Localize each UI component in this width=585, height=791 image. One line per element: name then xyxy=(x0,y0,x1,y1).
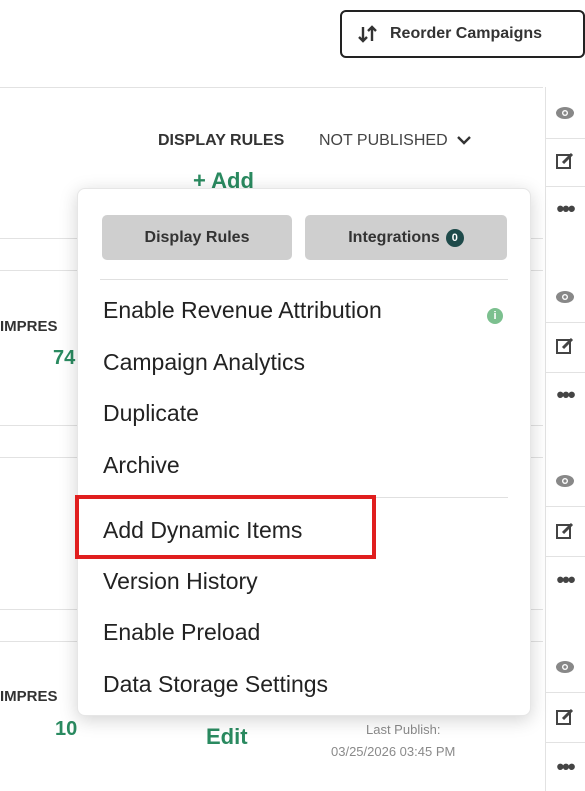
eye-icon[interactable] xyxy=(550,282,580,312)
menu-divider xyxy=(100,279,508,280)
more-dots-icon[interactable]: ••• xyxy=(550,565,580,595)
impressions-label: IMPRES xyxy=(0,318,58,335)
tab-label: Display Rules xyxy=(144,228,250,246)
impressions-label: IMPRES xyxy=(0,688,58,705)
more-dots-icon[interactable]: ••• xyxy=(550,752,580,782)
eye-icon[interactable] xyxy=(550,98,580,128)
edit-icon[interactable] xyxy=(550,702,580,732)
publish-status-label: NOT PUBLISHED xyxy=(319,132,448,149)
menu-item-campaign-analytics[interactable]: Campaign Analytics xyxy=(103,349,305,376)
impressions-value: 10 xyxy=(55,718,78,740)
sort-arrows-icon xyxy=(358,25,378,43)
more-dots-icon[interactable]: ••• xyxy=(550,194,580,224)
tab-integrations[interactable]: Integrations 0 xyxy=(305,215,507,260)
last-publish-label: Last Publish: xyxy=(366,722,441,737)
menu-item-enable-preload[interactable]: Enable Preload xyxy=(103,619,260,646)
action-divider xyxy=(545,506,585,507)
edit-icon[interactable] xyxy=(550,146,580,176)
action-divider xyxy=(545,692,585,693)
highlight-box xyxy=(75,495,376,559)
menu-item-version-history[interactable]: Version History xyxy=(103,568,258,595)
action-divider xyxy=(545,372,585,373)
eye-icon[interactable] xyxy=(550,652,580,682)
last-publish-date: 03/25/2026 03:45 PM xyxy=(331,744,456,759)
reorder-campaigns-button[interactable]: Reorder Campaigns xyxy=(340,10,585,58)
integrations-count-badge: 0 xyxy=(445,228,464,247)
reorder-campaigns-label: Reorder Campaigns xyxy=(390,25,543,42)
menu-item-archive[interactable]: Archive xyxy=(103,452,180,479)
info-icon[interactable]: i xyxy=(487,308,503,324)
action-divider xyxy=(545,556,585,557)
edit-icon[interactable] xyxy=(550,331,580,361)
edit-icon[interactable] xyxy=(550,516,580,546)
edit-link[interactable]: Edit xyxy=(206,724,248,750)
menu-item-duplicate[interactable]: Duplicate xyxy=(103,400,199,427)
eye-icon[interactable] xyxy=(550,466,580,496)
action-divider xyxy=(545,742,585,743)
action-divider xyxy=(545,138,585,139)
action-divider xyxy=(545,322,585,323)
campaign-actions-menu: Display Rules Integrations 0 Enable Reve… xyxy=(75,188,531,716)
tab-display-rules[interactable]: Display Rules xyxy=(102,215,292,260)
action-divider xyxy=(545,186,585,187)
menu-item-data-storage-settings[interactable]: Data Storage Settings xyxy=(103,671,328,698)
publish-status-dropdown[interactable]: NOT PUBLISHED xyxy=(319,132,472,150)
more-dots-icon[interactable]: ••• xyxy=(550,380,580,410)
display-rules-label: DISPLAY RULES xyxy=(158,132,285,149)
actions-column-border xyxy=(545,87,546,791)
row-divider xyxy=(0,87,543,88)
chevron-down-icon xyxy=(456,132,472,150)
impressions-value: 74 xyxy=(53,347,76,369)
menu-item-enable-revenue-attribution[interactable]: Enable Revenue Attribution xyxy=(103,297,382,324)
tab-label: Integrations xyxy=(348,228,440,246)
